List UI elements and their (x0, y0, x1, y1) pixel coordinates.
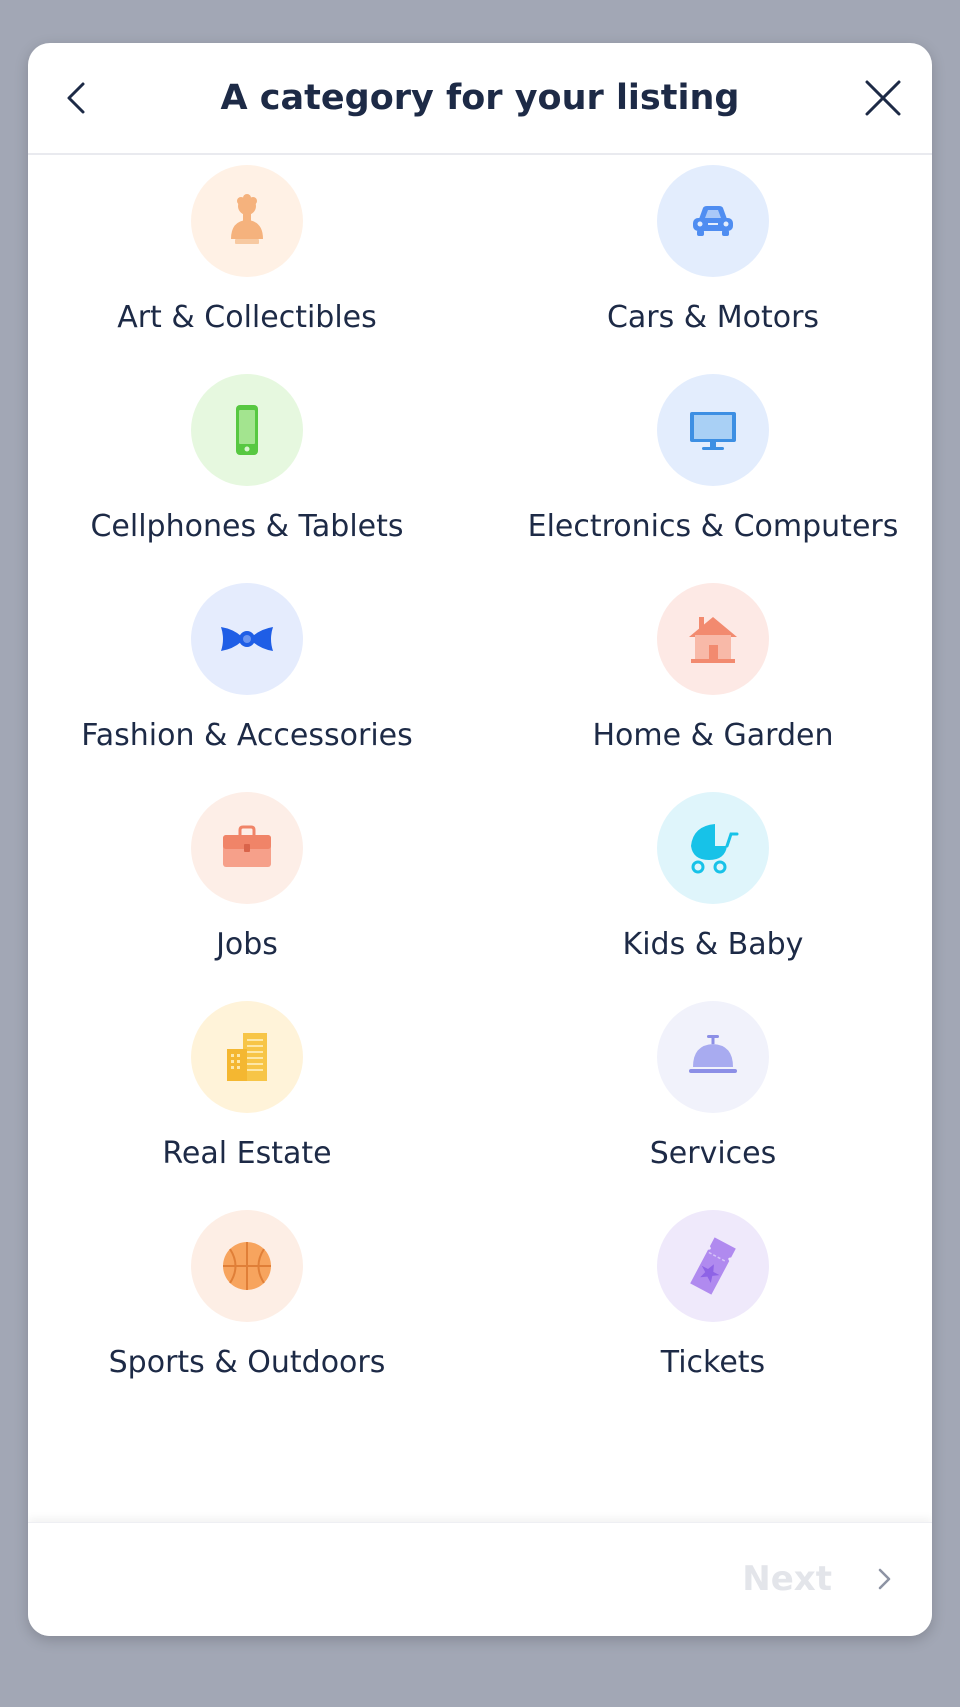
category-label: Services (649, 1136, 777, 1171)
category-services[interactable]: Services (494, 1001, 932, 1210)
category-sports-outdoors[interactable]: Sports & Outdoors (28, 1210, 494, 1419)
bust-statue-icon (231, 194, 263, 244)
category-label: Fashion & Accessories (81, 718, 413, 753)
category-icon-circle (191, 165, 303, 277)
modal-header: A category for your listing (28, 43, 932, 155)
category-icon-circle (657, 792, 769, 904)
category-electronics-computers[interactable]: Electronics & Computers (494, 374, 932, 583)
service-bell-icon (689, 1035, 737, 1073)
category-icon-circle (191, 792, 303, 904)
category-grid: Art & Collectibles Cars & Motors Cellpho… (28, 165, 932, 1419)
bow-tie-icon (221, 627, 273, 651)
category-label: Electronics & Computers (527, 509, 899, 544)
category-icon-circle (191, 1001, 303, 1113)
chevron-left-icon (67, 82, 85, 114)
category-label: Kids & Baby (622, 927, 804, 962)
category-icon-circle (191, 583, 303, 695)
house-icon (689, 617, 737, 663)
category-label: Jobs (216, 927, 278, 962)
category-tickets[interactable]: Tickets (494, 1210, 932, 1419)
category-jobs[interactable]: Jobs (28, 792, 494, 1001)
briefcase-icon (223, 825, 271, 867)
category-kids-baby[interactable]: Kids & Baby (494, 792, 932, 1001)
category-icon-circle (657, 1001, 769, 1113)
category-label: Real Estate (162, 1136, 332, 1171)
ticket-icon (690, 1237, 736, 1295)
category-cars-motors[interactable]: Cars & Motors (494, 165, 932, 374)
car-icon (693, 206, 733, 236)
close-button[interactable] (856, 71, 910, 125)
category-fashion-accessories[interactable]: Fashion & Accessories (28, 583, 494, 792)
modal-footer: Next (28, 1522, 932, 1636)
category-home-garden[interactable]: Home & Garden (494, 583, 932, 792)
category-label: Art & Collectibles (117, 300, 377, 335)
category-icon-circle (657, 583, 769, 695)
category-cellphones-tablets[interactable]: Cellphones & Tablets (28, 374, 494, 583)
category-label: Sports & Outdoors (108, 1345, 386, 1380)
category-label: Cars & Motors (606, 300, 820, 335)
category-modal: A category for your listing Art & Collec… (28, 43, 932, 1636)
basketball-icon (223, 1242, 271, 1290)
category-icon-circle (191, 374, 303, 486)
category-icon-circle (191, 1210, 303, 1322)
buildings-icon (227, 1033, 267, 1081)
category-icon-circle (657, 165, 769, 277)
next-button-label: Next (742, 1559, 832, 1599)
cellphone-icon (236, 405, 258, 455)
back-button[interactable] (50, 71, 104, 125)
category-label: Tickets (660, 1345, 766, 1380)
chevron-right-icon (878, 1568, 891, 1590)
category-icon-circle (657, 374, 769, 486)
modal-title: A category for your listing (220, 78, 740, 118)
category-label: Cellphones & Tablets (90, 509, 404, 544)
monitor-icon (690, 412, 736, 450)
category-real-estate[interactable]: Real Estate (28, 1001, 494, 1210)
next-button[interactable]: Next (742, 1553, 896, 1605)
baby-stroller-icon (691, 824, 739, 874)
category-icon-circle (657, 1210, 769, 1322)
close-icon (865, 80, 901, 116)
category-art-collectibles[interactable]: Art & Collectibles (28, 165, 494, 374)
category-label: Home & Garden (592, 718, 834, 753)
